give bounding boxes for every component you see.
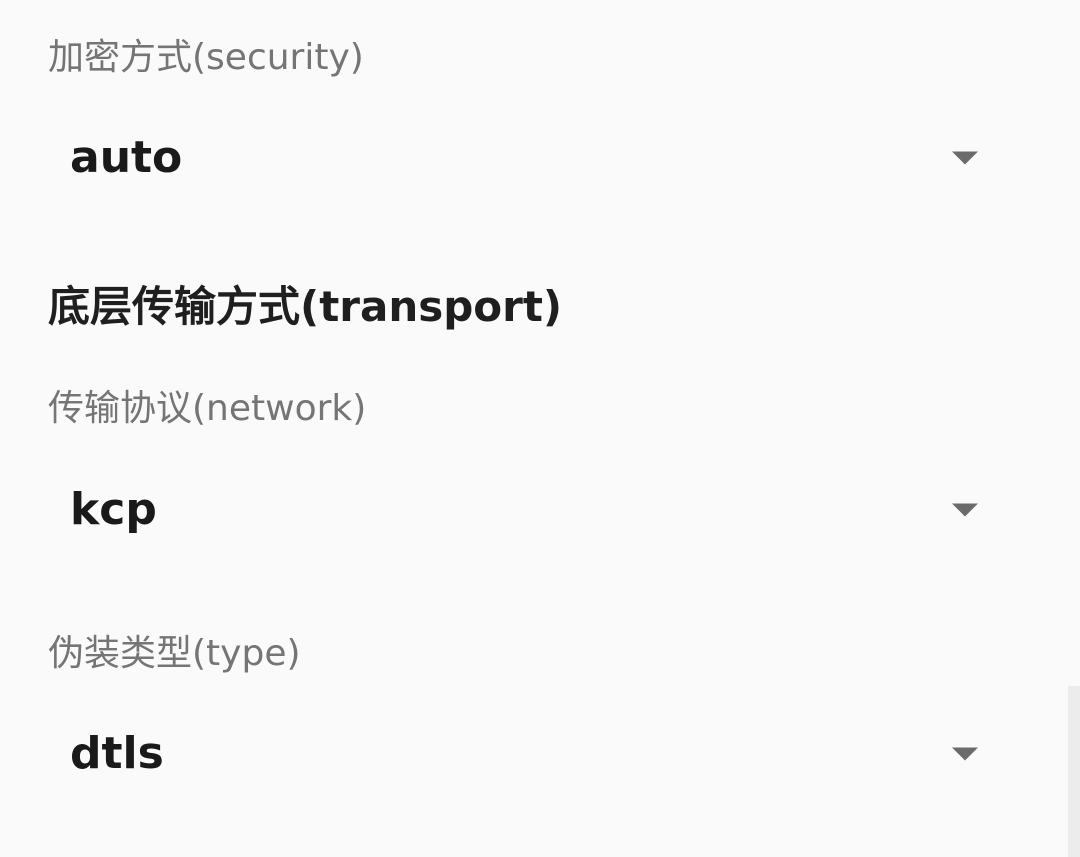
security-value: auto <box>70 132 183 183</box>
network-spinner[interactable]: kcp <box>48 462 1008 558</box>
header-type-value: dtls <box>70 728 164 779</box>
settings-page: 加密方式(security) auto 底层传输方式(transport) 传输… <box>0 0 1080 857</box>
security-label: 加密方式(security) <box>48 37 364 78</box>
network-value: kcp <box>70 484 157 535</box>
network-label: 传输协议(network) <box>48 388 367 429</box>
header-type-spinner[interactable]: dtls <box>48 706 1008 802</box>
transport-section-title: 底层传输方式(transport) <box>48 282 563 331</box>
dropdown-arrow-icon <box>952 151 978 165</box>
scroll-edge <box>1068 686 1080 857</box>
header-type-label: 伪装类型(type) <box>48 633 301 674</box>
dropdown-arrow-icon <box>952 503 978 517</box>
dropdown-arrow-icon <box>952 747 978 761</box>
security-spinner[interactable]: auto <box>48 110 1008 206</box>
